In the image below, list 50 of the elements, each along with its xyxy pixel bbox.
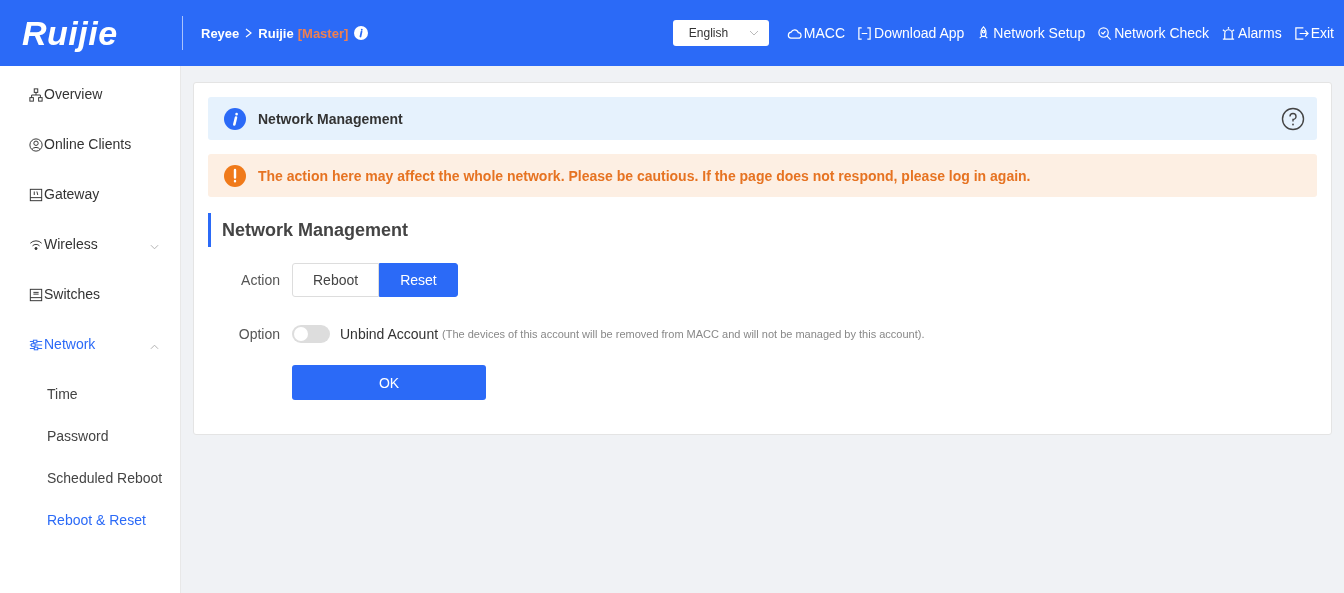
option-label: Unbind Account (340, 326, 439, 342)
sidebar-item[interactable]: Online Clients (0, 136, 180, 186)
sidebar-item[interactable]: Wireless (0, 236, 180, 286)
search-icon (1097, 25, 1113, 41)
field-label: Action (240, 272, 281, 288)
header-link[interactable]: Network Setup (976, 25, 1086, 41)
wifi-icon (29, 238, 43, 252)
switch-icon (29, 288, 43, 302)
warning-message: The action here may affect the whole network. Please be cautious. If the page does not respond, please log in again. (258, 167, 1031, 184)
ok-button[interactable]: OK (292, 365, 486, 400)
warning-icon (224, 164, 246, 187)
header-link[interactable]: Download App (857, 25, 965, 41)
sidebar-item[interactable]: Switches (0, 286, 180, 336)
chevron-right-icon (245, 28, 253, 38)
logo: Ruijie (22, 13, 119, 53)
segment-button[interactable]: Reboot (292, 263, 380, 297)
exit-icon (1293, 25, 1309, 41)
section-title: Network Management (208, 213, 1317, 247)
info-icon (224, 107, 246, 130)
option-note: (The devices of this account will be removed from MACC and will not be managed by this account). (442, 328, 925, 340)
sidebar-subitem[interactable]: Time (0, 386, 180, 428)
download-icon (857, 25, 873, 41)
router-icon (29, 188, 43, 202)
header-link[interactable]: MACC (786, 25, 846, 41)
alarm-icon (1221, 25, 1237, 41)
user-icon (29, 138, 43, 152)
sidebar-subitem[interactable]: Scheduled Reboot (0, 470, 180, 512)
sidebar-subitem[interactable]: Password (0, 428, 180, 470)
caret-icon (150, 344, 159, 350)
help-icon[interactable] (1281, 106, 1305, 131)
sidebar-subitem[interactable]: Reboot & Reset (0, 512, 180, 554)
breadcrumb-item[interactable]: Ruijie (258, 25, 294, 41)
caret-icon (150, 244, 159, 250)
role-tag: [Master] (297, 25, 349, 41)
chevron-down-icon (748, 30, 759, 36)
toggle-switch[interactable] (292, 325, 330, 343)
segment-button[interactable]: Reset (379, 263, 458, 297)
header-link[interactable]: Exit (1293, 25, 1334, 41)
sidebar-item[interactable]: Network (0, 336, 180, 386)
header-link[interactable]: Alarms (1221, 25, 1282, 41)
info-icon[interactable] (354, 26, 369, 40)
topology-icon (29, 88, 43, 102)
sliders-icon (29, 338, 43, 352)
header-link[interactable]: Network Check (1097, 25, 1210, 41)
breadcrumb-item[interactable]: Reyee (201, 25, 240, 41)
sidebar-item[interactable]: Overview (0, 86, 180, 136)
language-select[interactable]: English (672, 20, 769, 46)
banner-title: Network Management (258, 110, 404, 127)
field-label: Option (237, 326, 281, 342)
sidebar-item[interactable]: Gateway (0, 186, 180, 236)
